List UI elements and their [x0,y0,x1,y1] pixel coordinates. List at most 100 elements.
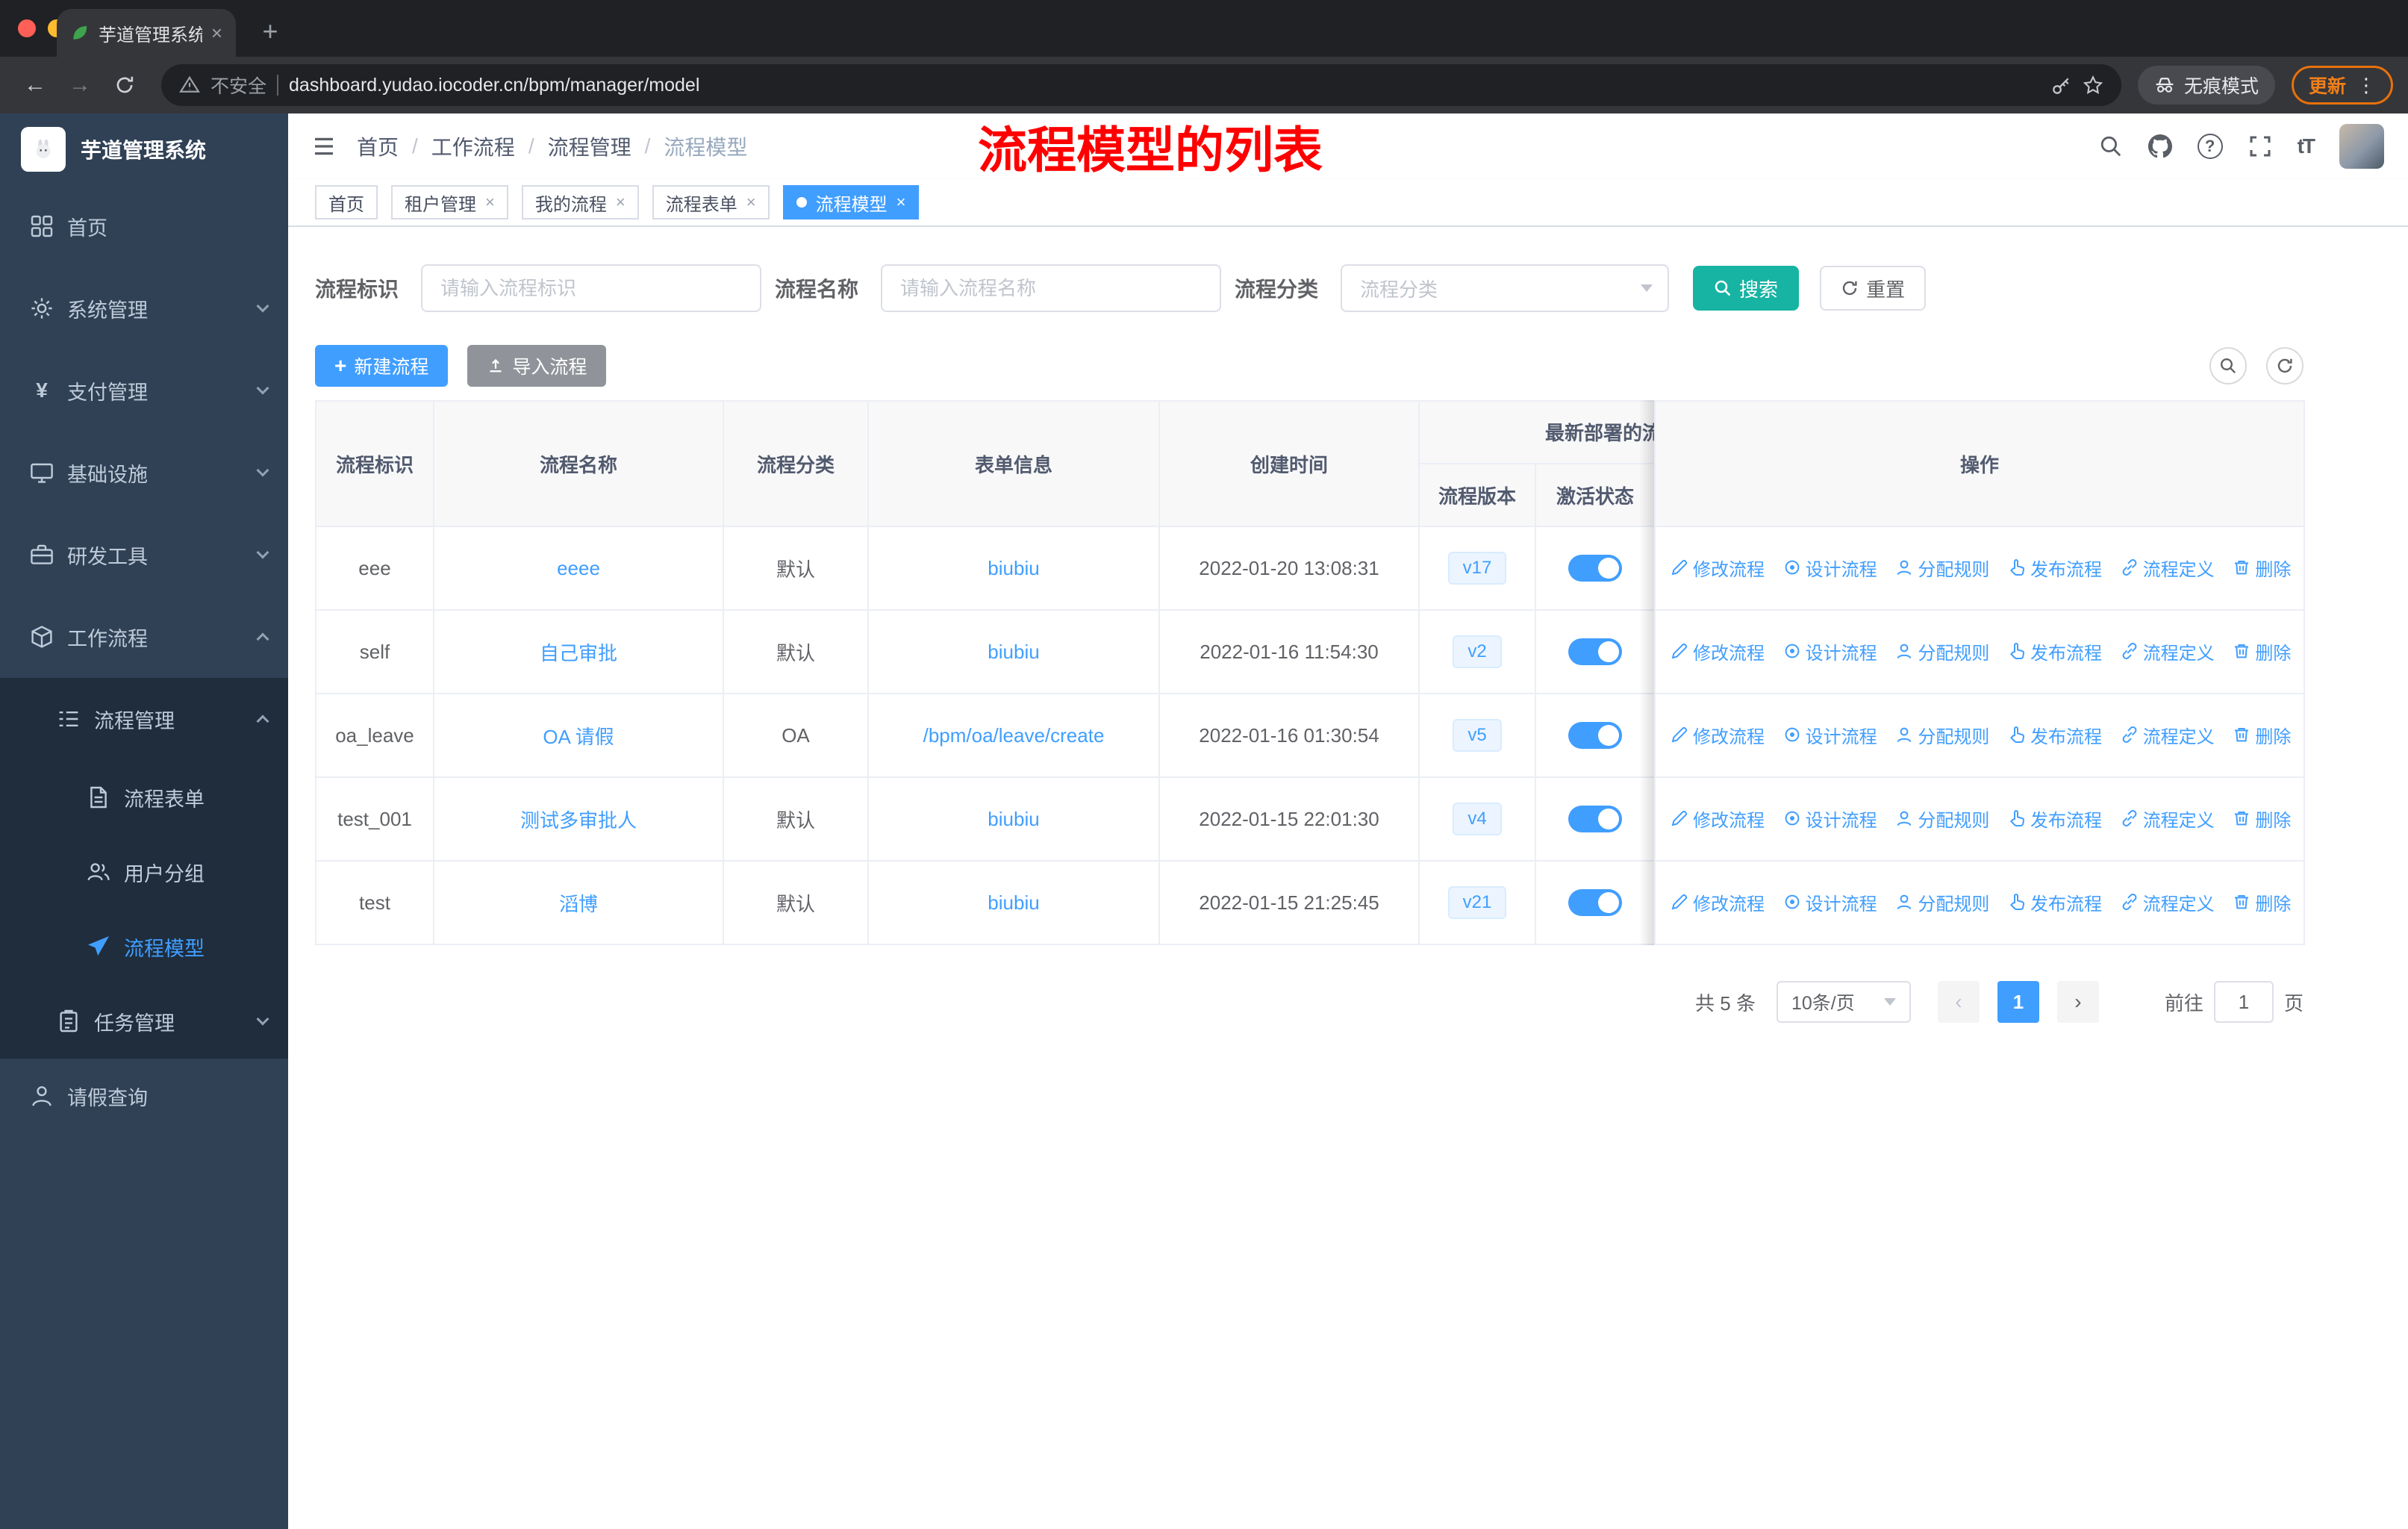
status-toggle[interactable] [1568,722,1622,749]
fullscreen-icon[interactable] [2248,134,2272,158]
search-icon[interactable] [2099,134,2123,158]
new-tab-button[interactable]: + [251,12,290,51]
assign-rule-link[interactable]: 分配规则 [1895,806,1989,832]
bookmark-star-icon[interactable] [2083,75,2103,96]
flow-definition-link[interactable]: 流程定义 [2121,806,2215,832]
flow-name-link[interactable]: OA 请假 [543,726,614,748]
form-link[interactable]: biubiu [988,891,1039,914]
sidebar-item-user-group[interactable]: 用户分组 [0,835,288,909]
help-icon[interactable]: ? [2197,134,2223,159]
delete-flow-link[interactable]: 删除 [2233,806,2291,832]
sidebar-item-payment[interactable]: ¥ 支付管理 [0,349,288,432]
back-button[interactable]: ← [15,65,55,105]
status-toggle[interactable] [1568,806,1622,832]
address-bar[interactable]: 不安全 dashboard.yudao.iocoder.cn/bpm/manag… [161,64,2121,106]
browser-update-button[interactable]: 更新 ⋮ [2291,66,2393,105]
tag-close-icon[interactable]: × [896,193,906,212]
design-flow-link[interactable]: 设计流程 [1783,889,1877,915]
tag-close-icon[interactable]: × [746,193,756,212]
form-link[interactable]: biubiu [988,557,1039,579]
version-tag[interactable]: v2 [1453,635,1502,668]
version-tag[interactable]: v5 [1453,719,1502,752]
flow-definition-link[interactable]: 流程定义 [2121,889,2215,915]
flow-definition-link[interactable]: 流程定义 [2121,722,2215,748]
url-text[interactable]: dashboard.yudao.iocoder.cn/bpm/manager/m… [289,75,699,96]
sidebar-item-home[interactable]: 首页 [0,185,288,267]
reload-button[interactable] [105,65,145,105]
tag-home[interactable]: 首页 [315,185,378,219]
version-tag[interactable]: v4 [1453,803,1502,835]
prev-page-button[interactable]: ‹ [1937,981,1980,1023]
sidebar-item-task-mgmt[interactable]: 任务管理 [0,984,288,1059]
form-link[interactable]: /bpm/oa/leave/create [923,724,1105,747]
sidebar-item-process-form[interactable]: 流程表单 [0,760,288,835]
delete-flow-link[interactable]: 删除 [2233,555,2291,581]
version-tag[interactable]: v17 [1447,552,1507,585]
refresh-table-button[interactable] [2266,347,2303,384]
tag-close-icon[interactable]: × [616,193,626,212]
assign-rule-link[interactable]: 分配规则 [1895,889,1989,915]
menu-dots-icon[interactable]: ⋮ [2356,74,2376,97]
window-close-button[interactable] [18,19,36,37]
tag-close-icon[interactable]: × [485,193,495,212]
page-size-select[interactable]: 10条/页 [1776,981,1911,1023]
import-flow-button[interactable]: 导入流程 [467,345,607,387]
sidebar-item-process-model[interactable]: 流程模型 [0,909,288,984]
flow-id-input[interactable] [421,264,762,312]
publish-flow-link[interactable]: 发布流程 [2008,722,2102,748]
tab-close-icon[interactable]: × [211,22,222,45]
next-page-button[interactable]: › [2056,981,2099,1023]
forward-button[interactable]: → [60,65,100,105]
publish-flow-link[interactable]: 发布流程 [2008,555,2102,581]
status-toggle[interactable] [1568,638,1622,665]
goto-page-input[interactable] [2213,981,2274,1023]
assign-rule-link[interactable]: 分配规则 [1895,638,1989,664]
publish-flow-link[interactable]: 发布流程 [2008,889,2102,915]
browser-tab[interactable]: 芋道管理系统 × [57,9,236,57]
sidebar-item-workflow[interactable]: 工作流程 [0,596,288,678]
design-flow-link[interactable]: 设计流程 [1783,722,1877,748]
assign-rule-link[interactable]: 分配规则 [1895,555,1989,581]
delete-flow-link[interactable]: 删除 [2233,722,2291,748]
flow-definition-link[interactable]: 流程定义 [2121,555,2215,581]
design-flow-link[interactable]: 设计流程 [1783,806,1877,832]
password-key-icon[interactable] [2051,75,2072,96]
design-flow-link[interactable]: 设计流程 [1783,555,1877,581]
status-toggle[interactable] [1568,889,1622,916]
publish-flow-link[interactable]: 发布流程 [2008,806,2102,832]
publish-flow-link[interactable]: 发布流程 [2008,638,2102,664]
flow-name-link[interactable]: 测试多审批人 [520,809,637,832]
flow-definition-link[interactable]: 流程定义 [2121,638,2215,664]
flow-category-select[interactable]: 流程分类 [1341,264,1670,312]
modify-flow-link[interactable]: 修改流程 [1671,889,1765,915]
form-link[interactable]: biubiu [988,641,1039,663]
security-label[interactable]: 不安全 [210,72,266,99]
sidebar-item-process-mgmt[interactable]: 流程管理 [0,678,288,760]
create-flow-button[interactable]: + 新建流程 [315,345,449,387]
breadcrumb-item[interactable]: 工作流程 [431,131,515,161]
modify-flow-link[interactable]: 修改流程 [1671,722,1765,748]
sidebar-item-devtools[interactable]: 研发工具 [0,514,288,596]
breadcrumb-item[interactable]: 首页 [357,131,399,161]
toggle-search-button[interactable] [2209,347,2247,384]
sidebar-item-leave-query[interactable]: 请假查询 [0,1059,288,1133]
tag-my-flows[interactable]: 我的流程 × [521,185,639,219]
tag-flow-model-active[interactable]: 流程模型 × [782,185,920,219]
flow-name-link[interactable]: eeee [557,557,600,579]
flow-name-link[interactable]: 滔博 [559,893,598,915]
modify-flow-link[interactable]: 修改流程 [1671,806,1765,832]
flow-name-input[interactable] [881,264,1222,312]
hamburger-icon[interactable] [312,134,336,158]
delete-flow-link[interactable]: 删除 [2233,889,2291,915]
user-avatar[interactable] [2339,124,2384,169]
modify-flow-link[interactable]: 修改流程 [1671,555,1765,581]
tag-flow-form[interactable]: 流程表单 × [652,185,770,219]
breadcrumb-item[interactable]: 流程管理 [548,131,631,161]
sidebar-item-infra[interactable]: 基础设施 [0,432,288,514]
sidebar-item-system[interactable]: 系统管理 [0,267,288,349]
font-size-icon[interactable]: tT [2298,134,2315,158]
tag-tenant[interactable]: 租户管理 × [391,185,508,219]
flow-name-link[interactable]: 自己审批 [540,642,617,664]
current-page[interactable]: 1 [1997,981,2039,1023]
delete-flow-link[interactable]: 删除 [2233,638,2291,664]
